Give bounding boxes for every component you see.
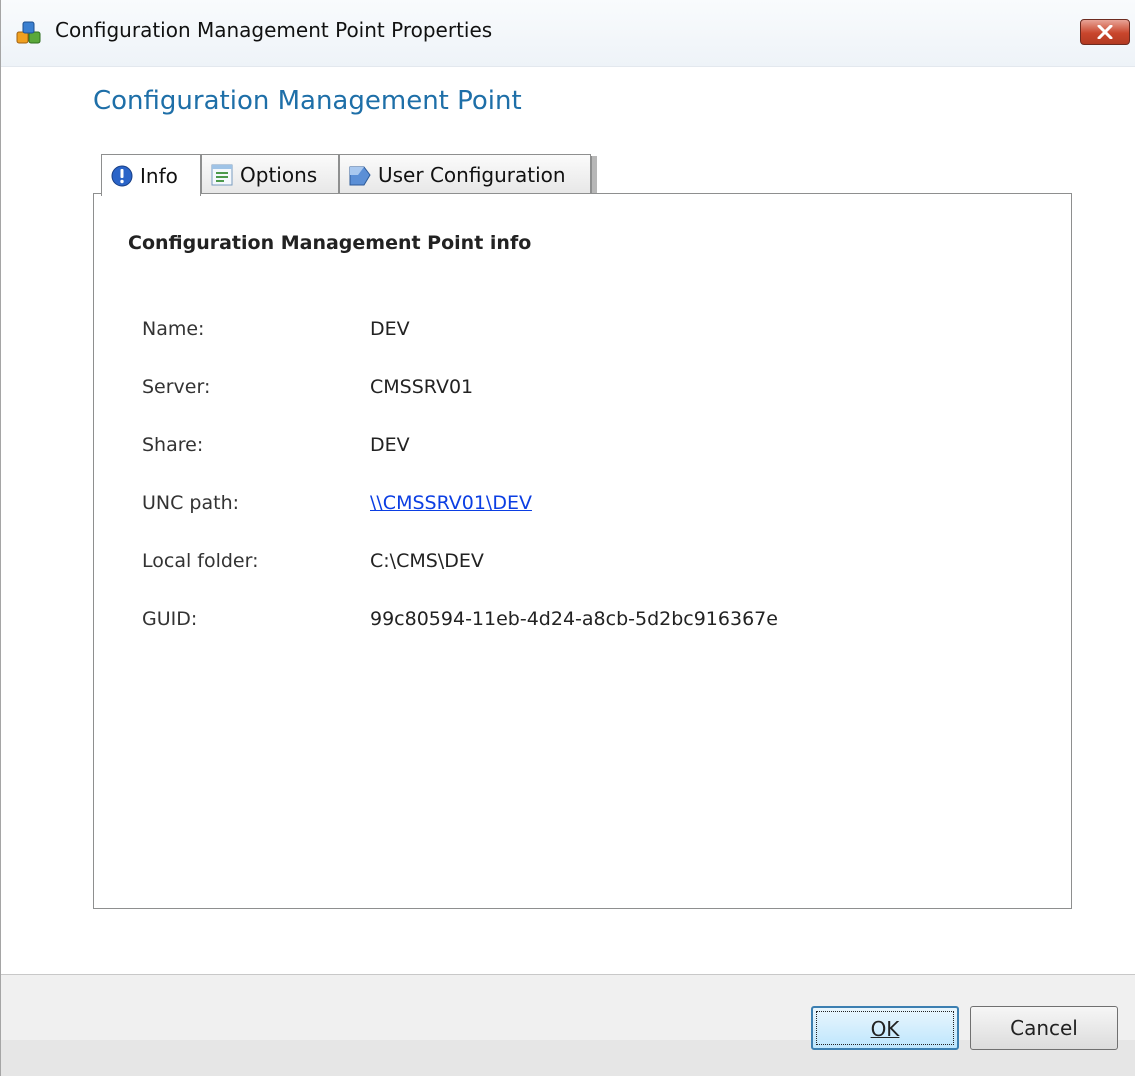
window-title: Configuration Management Point Propertie… (55, 18, 493, 42)
close-icon (1097, 25, 1113, 39)
app-icon (16, 21, 41, 44)
field-value: 99c80594-11eb-4d24-a8cb-5d2bc916367e (370, 608, 778, 630)
info-panel: Configuration Management Point info Name… (93, 193, 1072, 909)
close-button[interactable] (1080, 19, 1130, 45)
field-label: Share: (142, 434, 204, 456)
field-row-server: Server: CMSSRV01 (142, 376, 1042, 406)
field-label: Local folder: (142, 550, 259, 572)
field-row-local-folder: Local folder: C:\CMS\DEV (142, 550, 1042, 580)
tab-strip-edge (591, 156, 597, 194)
cancel-button-label: Cancel (1010, 1016, 1078, 1040)
footer-strip (1, 1040, 1135, 1076)
field-label: GUID: (142, 608, 198, 630)
info-icon (111, 165, 133, 186)
field-value: DEV (370, 434, 410, 456)
field-row-name: Name: DEV (142, 318, 1042, 348)
tab-options[interactable]: Options (201, 154, 339, 194)
properties-dialog: Configuration Management Point Propertie… (0, 0, 1135, 1076)
tab-user-configuration[interactable]: User Configuration (339, 154, 591, 194)
field-row-guid: GUID: 99c80594-11eb-4d24-a8cb-5d2bc91636… (142, 608, 1042, 638)
field-label: UNC path: (142, 492, 240, 514)
title-bar: Configuration Management Point Propertie… (1, 0, 1135, 67)
tab-label: Options (240, 162, 318, 187)
user-configuration-icon (349, 166, 371, 185)
field-label: Name: (142, 318, 205, 340)
section-title: Configuration Management Point info (128, 232, 532, 254)
field-row-share: Share: DEV (142, 434, 1042, 464)
field-label: Server: (142, 376, 211, 398)
ok-button[interactable]: OK (811, 1006, 959, 1050)
tab-label: User Configuration (378, 162, 566, 187)
field-value: CMSSRV01 (370, 376, 474, 398)
field-value: C:\CMS\DEV (370, 550, 484, 572)
unc-path-link[interactable]: \\CMSSRV01\DEV (370, 492, 532, 514)
options-icon (211, 164, 233, 185)
tab-label: Info (140, 163, 178, 188)
field-row-unc-path: UNC path: \\CMSSRV01\DEV (142, 492, 1042, 522)
focus-rectangle (816, 1011, 954, 1045)
page-heading: Configuration Management Point (93, 86, 522, 116)
field-value: DEV (370, 318, 410, 340)
cancel-button[interactable]: Cancel (970, 1006, 1118, 1050)
tab-info[interactable]: Info (101, 154, 201, 196)
